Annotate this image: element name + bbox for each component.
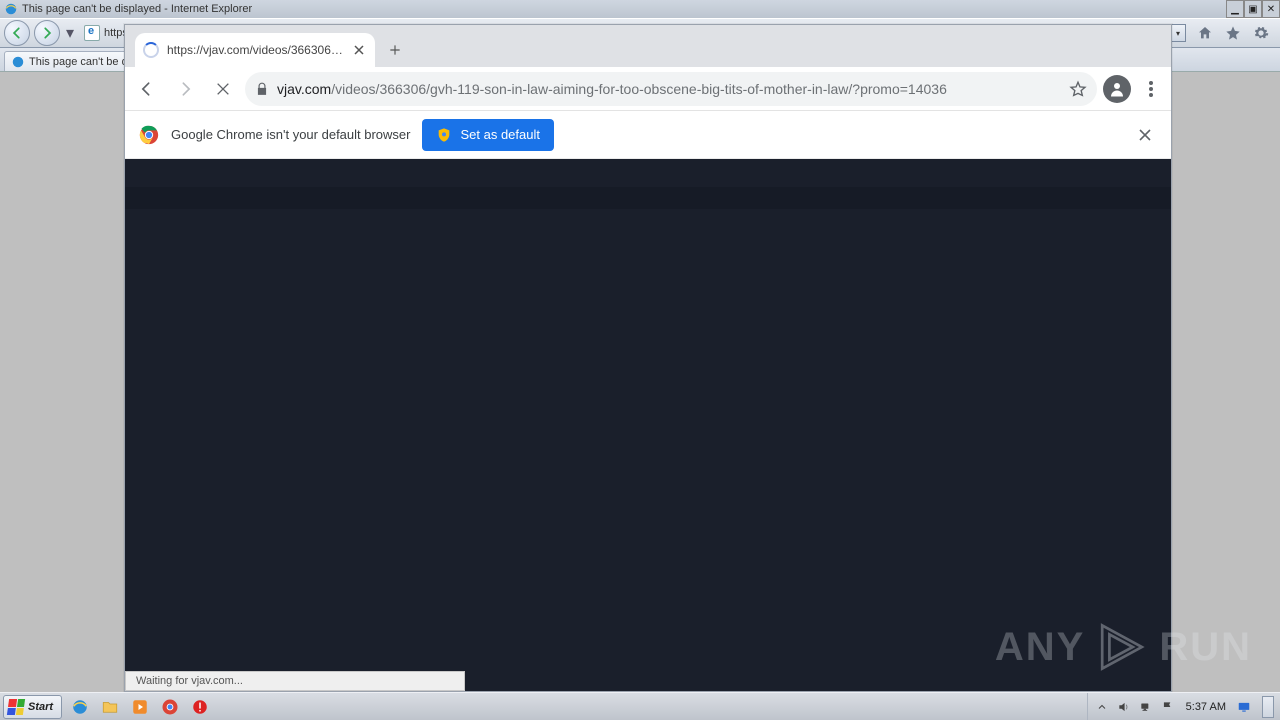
ie-history-dropdown[interactable]: ▾ xyxy=(64,23,76,43)
chrome-toolbar: vjav.com/videos/366306/gvh-119-son-in-la… xyxy=(125,67,1171,111)
ie-address-fragment[interactable]: https xyxy=(84,25,128,41)
infobar-text: Google Chrome isn't your default browser xyxy=(171,127,410,142)
shield-icon xyxy=(436,127,452,143)
favorites-icon[interactable] xyxy=(1224,24,1242,42)
tray-clock[interactable]: 5:37 AM xyxy=(1186,701,1226,713)
chrome-tab-title: https://vjav.com/videos/366306/gv xyxy=(167,43,343,57)
stop-button[interactable] xyxy=(207,73,239,105)
gear-icon[interactable] xyxy=(1252,24,1270,42)
start-label: Start xyxy=(28,701,53,713)
tray-chevron-icon[interactable] xyxy=(1094,699,1110,715)
new-tab-button[interactable] xyxy=(381,36,409,64)
taskbar-chrome-icon[interactable] xyxy=(157,695,183,719)
tray-volume-icon[interactable] xyxy=(1116,699,1132,715)
chrome-menu-button[interactable] xyxy=(1137,75,1165,103)
tray-monitor-icon[interactable] xyxy=(1236,699,1252,715)
home-icon[interactable] xyxy=(1196,24,1214,42)
show-desktop-button[interactable] xyxy=(1262,696,1274,718)
back-button[interactable] xyxy=(131,73,163,105)
page-icon xyxy=(84,25,100,41)
lock-icon xyxy=(255,82,269,96)
omnibox-url: vjav.com/videos/366306/gvh-119-son-in-la… xyxy=(277,81,1061,97)
ie-back-button[interactable] xyxy=(4,20,30,46)
ie-window-title: This page can't be displayed - Internet … xyxy=(22,3,252,15)
profile-avatar[interactable] xyxy=(1103,75,1131,103)
taskbar-media-icon[interactable] xyxy=(127,695,153,719)
chrome-window: https://vjav.com/videos/366306/gv vjav.c… xyxy=(124,24,1172,692)
chrome-tab[interactable]: https://vjav.com/videos/366306/gv xyxy=(135,33,375,67)
page-content: Waiting for vjav.com... xyxy=(125,159,1171,691)
ie-forward-button[interactable] xyxy=(34,20,60,46)
ie-maximize-button[interactable]: ▣ xyxy=(1244,0,1262,18)
url-host: vjav.com xyxy=(277,81,331,97)
omnibox[interactable]: vjav.com/videos/366306/gvh-119-son-in-la… xyxy=(245,72,1097,106)
chrome-tabstrip: https://vjav.com/videos/366306/gv xyxy=(125,25,1171,67)
watermark-right: RUN xyxy=(1159,625,1252,670)
ie-logo-icon xyxy=(3,1,19,17)
set-default-label: Set as default xyxy=(460,127,540,142)
url-path: /videos/366306/gvh-119-son-in-law-aiming… xyxy=(331,81,947,97)
tray-flag-icon[interactable] xyxy=(1160,699,1176,715)
ie-commandbar-dropdown[interactable]: ▾ xyxy=(1170,24,1186,42)
infobar-close-button[interactable] xyxy=(1133,123,1157,147)
chrome-logo-icon xyxy=(139,125,159,145)
ie-close-button[interactable]: ✕ xyxy=(1262,0,1280,18)
bookmark-star-icon[interactable] xyxy=(1069,80,1087,98)
system-tray: 5:37 AM xyxy=(1087,693,1280,720)
ie-tab[interactable]: This page can't be d xyxy=(4,51,135,71)
taskbar-ie-icon[interactable] xyxy=(67,695,93,719)
taskbar: Start 5:37 AM xyxy=(0,692,1280,720)
ie-minimize-button[interactable]: ▁ xyxy=(1226,0,1244,18)
ie-window-controls: ▁ ▣ ✕ xyxy=(1226,0,1280,18)
windows-logo-icon xyxy=(7,699,25,715)
status-bar: Waiting for vjav.com... xyxy=(125,671,465,691)
taskbar-explorer-icon[interactable] xyxy=(97,695,123,719)
forward-button[interactable] xyxy=(169,73,201,105)
status-text: Waiting for vjav.com... xyxy=(136,675,243,687)
set-default-button[interactable]: Set as default xyxy=(422,119,554,151)
start-button[interactable]: Start xyxy=(3,695,62,719)
ie-titlebar: This page can't be displayed - Internet … xyxy=(0,0,1280,18)
default-browser-infobar: Google Chrome isn't your default browser… xyxy=(125,111,1171,159)
ie-tab-title: This page can't be d xyxy=(29,56,128,68)
tab-close-button[interactable] xyxy=(351,42,367,58)
tray-network-icon[interactable] xyxy=(1138,699,1154,715)
content-stripe xyxy=(125,187,1171,209)
taskbar-shield-icon[interactable] xyxy=(187,695,213,719)
ie-tab-favicon-icon xyxy=(11,55,25,69)
loading-spinner-icon xyxy=(143,42,159,58)
